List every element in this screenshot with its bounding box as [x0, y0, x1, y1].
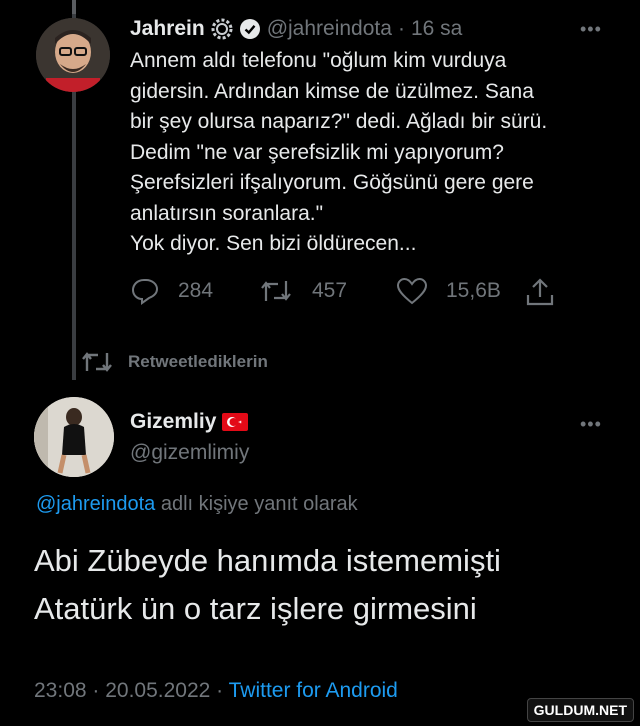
retweet-context-label: Retweetlediklerin: [128, 352, 268, 371]
turkey-flag-icon: [222, 413, 249, 431]
verified-badge-icon: [239, 19, 260, 39]
source-app-link[interactable]: Twitter for Android: [229, 679, 398, 702]
retweet-count: 457: [312, 279, 348, 302]
reply-button[interactable]: 284: [130, 277, 213, 305]
time-ago[interactable]: 16 sa: [411, 17, 462, 41]
gizemliy-avatar[interactable]: [34, 397, 114, 477]
jahrein-avatar[interactable]: [36, 18, 110, 92]
gear-badge-icon: [211, 18, 233, 40]
thread-connector-top: [72, 0, 76, 14]
retweet-context-icon: [82, 352, 112, 372]
reply-to-suffix: adlı kişiye yanıt olarak: [160, 493, 358, 515]
original-tweet-header: Jahrein @jahreindota · 16 sa: [130, 17, 462, 41]
heart-icon: [396, 277, 428, 305]
tweet-meta: 23:08 · 20.05.2022 · Twitter for Android: [34, 679, 398, 703]
separator-dot: ·: [397, 17, 405, 40]
like-count: 15,6B: [446, 279, 501, 302]
reply-icon: [131, 279, 159, 305]
retweet-button[interactable]: 457: [258, 277, 347, 305]
tweet-text: Annem aldı telefonu "oğlum kim vurduya g…: [130, 49, 548, 255]
share-icon: [526, 278, 554, 306]
share-button[interactable]: [524, 277, 556, 312]
avatar-photo-icon: [34, 397, 114, 477]
display-name[interactable]: Gizemliy: [130, 410, 216, 434]
site-watermark: GULDUM.NET: [526, 698, 634, 722]
handle[interactable]: @jahreindota: [267, 17, 392, 41]
display-name[interactable]: Jahrein: [130, 17, 205, 41]
reply-count: 284: [178, 279, 214, 302]
like-button[interactable]: 15,6B: [396, 277, 501, 305]
handle[interactable]: @gizemlimiy: [130, 441, 249, 465]
more-options-icon[interactable]: •••: [580, 414, 602, 435]
more-options-icon[interactable]: •••: [580, 19, 602, 40]
reply-tweet-text: Abi Zübeyde hanımda istememişti Atatürk …: [34, 543, 501, 626]
retweet-context[interactable]: Retweetlediklerin: [80, 349, 268, 375]
reply-to-handle-link[interactable]: @jahreindota: [36, 493, 155, 515]
avatar-photo-icon: [36, 18, 110, 92]
reply-tweet-header: Gizemliy: [130, 410, 249, 434]
timestamp[interactable]: 23:08 · 20.05.2022 ·: [34, 679, 229, 702]
retweet-icon: [261, 281, 291, 301]
reply-to-line: @jahreindota adlı kişiye yanıt olarak: [36, 493, 358, 516]
